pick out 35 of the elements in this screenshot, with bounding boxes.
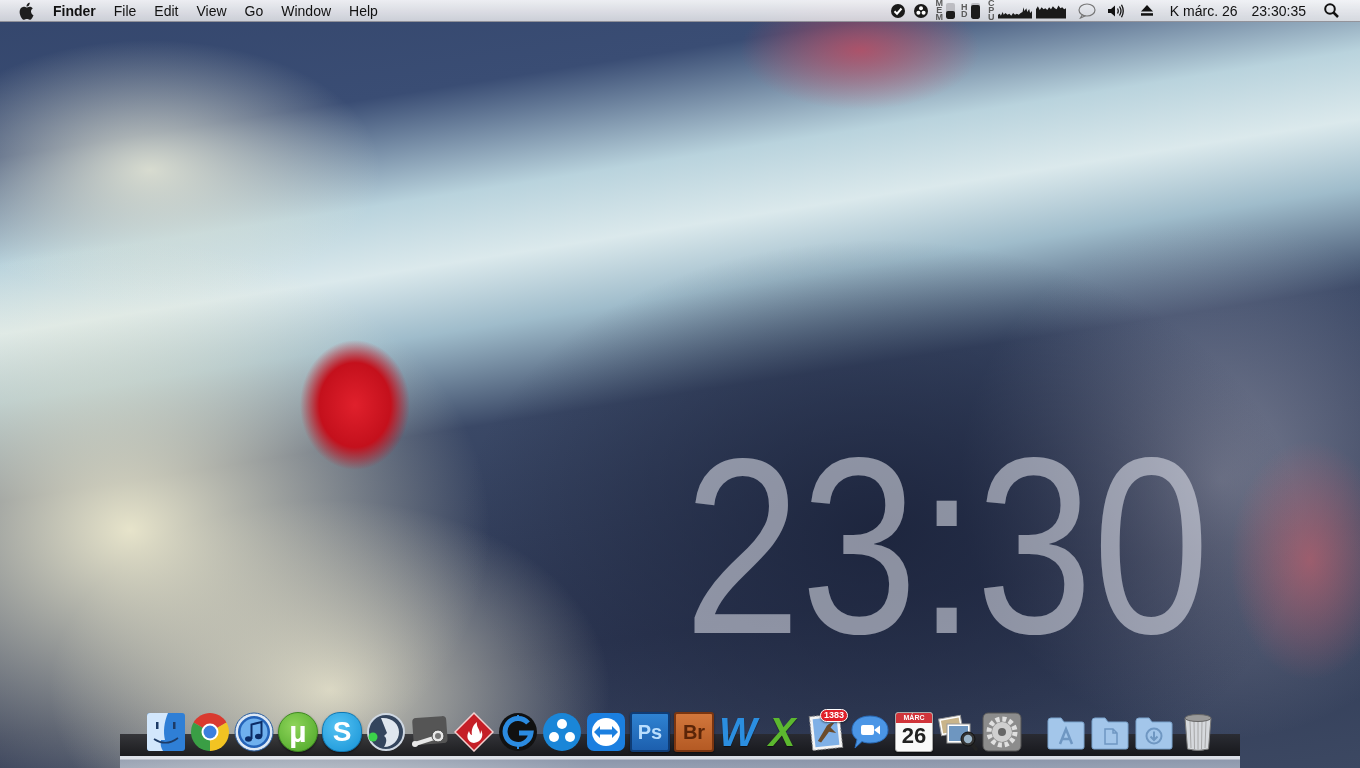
three-dots-circle-icon[interactable] (542, 712, 582, 752)
settings-gear-icon[interactable] (982, 712, 1022, 752)
check-circle-icon[interactable] (890, 3, 905, 18)
photos-magnifier-icon[interactable] (938, 712, 978, 752)
app-letter-tile[interactable]: Ps (630, 712, 670, 752)
menu-date[interactable]: K márc. 26 (1169, 2, 1238, 19)
menu-item[interactable]: File (104, 0, 146, 21)
menu-clock[interactable]: 23:30:35 (1251, 2, 1306, 19)
menu-item[interactable]: Edit (145, 0, 188, 21)
eject-icon[interactable] (1140, 5, 1153, 16)
speech-bubble-icon[interactable] (1077, 2, 1096, 19)
menu-item[interactable]: Help (340, 0, 387, 21)
search-icon[interactable] (1324, 3, 1339, 18)
menu-item[interactable]: Go (235, 0, 273, 21)
cpu-label: CPU (987, 0, 996, 21)
menu-item[interactable]: Window (272, 0, 341, 21)
desktop-clock-time: 23:30 (684, 422, 1210, 672)
flame-diamond-icon[interactable] (454, 712, 494, 752)
notification-badge: 1383 (819, 709, 848, 722)
profile-circle-icon[interactable] (366, 712, 406, 752)
music-note-icon[interactable] (234, 712, 274, 752)
apple-logo-icon[interactable] (19, 1, 34, 20)
arc-circle-icon[interactable] (498, 712, 538, 752)
smiling-face-icon[interactable] (146, 712, 186, 752)
double-arrow-tile-icon[interactable] (586, 712, 626, 752)
meter-label: HD (960, 3, 969, 18)
colored-ball-icon[interactable] (190, 712, 230, 752)
calendar-day-text: 26 (901, 723, 927, 749)
speaker-icon[interactable] (1106, 3, 1125, 18)
meter-label: MEM (934, 0, 944, 21)
menu-item[interactable]: View (187, 0, 236, 21)
three-dot-circle-icon[interactable] (913, 3, 928, 18)
network-activity-graph (1035, 2, 1066, 19)
app-menu[interactable]: Finder (44, 0, 105, 21)
app-letter[interactable]: X (762, 712, 802, 752)
